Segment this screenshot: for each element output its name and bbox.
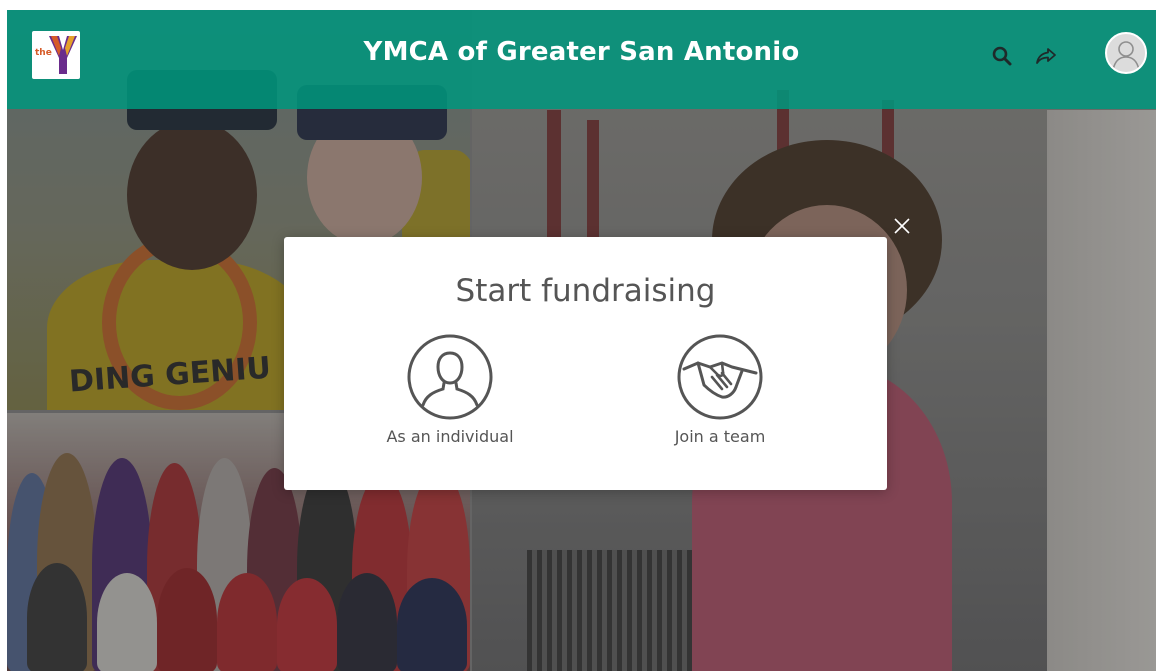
- individual-option-label: As an individual: [386, 427, 514, 446]
- modal-title: Start fundraising: [455, 273, 716, 309]
- search-icon[interactable]: [990, 44, 1014, 68]
- handshake-icon: [677, 334, 763, 420]
- join-a-team-button[interactable]: Join a team: [620, 333, 820, 453]
- user-avatar-icon[interactable]: [1105, 32, 1147, 74]
- share-icon[interactable]: [1034, 44, 1058, 68]
- site-header: the YMCA of Greater San Antonio: [7, 10, 1156, 109]
- start-as-individual-button[interactable]: As an individual: [350, 333, 550, 453]
- start-fundraising-modal: Start fundraising As an individual Join …: [284, 237, 887, 490]
- close-icon[interactable]: [892, 216, 912, 236]
- team-option-label: Join a team: [674, 427, 766, 446]
- site-title: YMCA of Greater San Antonio: [363, 37, 800, 67]
- person-icon: [407, 334, 493, 420]
